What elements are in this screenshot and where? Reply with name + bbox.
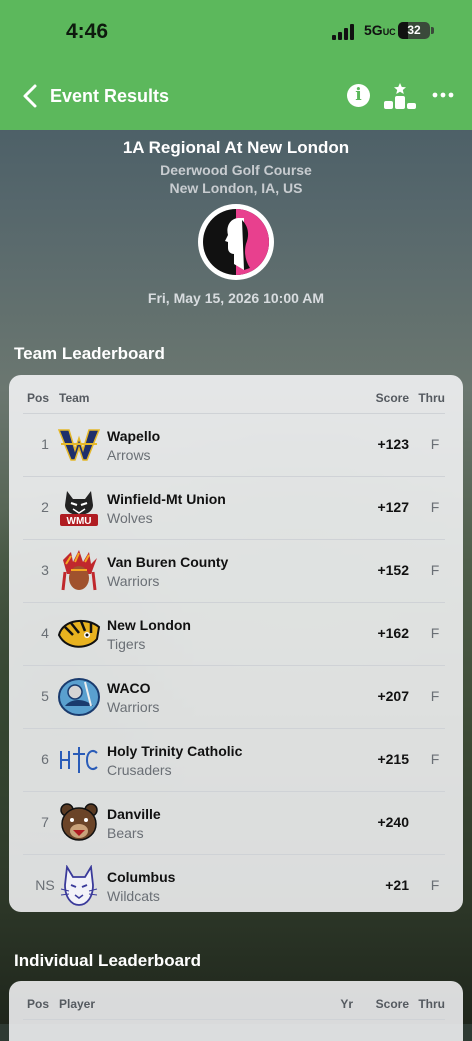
team-mascot: Warriors bbox=[107, 699, 160, 715]
team-name: New London bbox=[107, 617, 191, 633]
team-name: Van Buren County bbox=[107, 554, 229, 570]
team-mascot: Wolves bbox=[107, 510, 153, 526]
team-row[interactable]: 5 WACO Warriors +207 F bbox=[23, 666, 445, 729]
event-location: New London, IA, US bbox=[169, 180, 303, 196]
team-leaderboard-title: Team Leaderboard bbox=[14, 344, 165, 363]
individual-leaderboard-header: Pos Player Yr Score Thru bbox=[23, 981, 445, 1020]
wapello-logo-icon bbox=[57, 429, 101, 461]
event-title: 1A Regional At New London bbox=[122, 138, 350, 157]
team-mascot: Arrows bbox=[107, 447, 151, 463]
team-thru: F bbox=[430, 688, 440, 704]
signal-icon bbox=[332, 24, 358, 40]
event-logo bbox=[198, 204, 274, 280]
team-mascot: Warriors bbox=[107, 573, 160, 589]
team-row[interactable]: 6 Holy Trinity Catholic Crusaders +215 F bbox=[23, 729, 445, 792]
team-leaderboard-header: Pos Team Score Thru bbox=[23, 375, 445, 414]
team-thru: F bbox=[430, 436, 440, 452]
team-score: +207 bbox=[377, 688, 409, 704]
header-pos: Pos bbox=[27, 997, 50, 1011]
more-options-icon[interactable] bbox=[432, 84, 454, 106]
team-score: +123 bbox=[377, 436, 409, 452]
battery-icon: 32 bbox=[398, 22, 430, 39]
team-name: Winfield-Mt Union bbox=[107, 491, 226, 507]
header-pos: Pos bbox=[27, 391, 50, 405]
header-score: Score bbox=[375, 391, 409, 405]
team-row[interactable]: 2 WMU Winfield-Mt Union Wolves +127 F bbox=[23, 477, 445, 540]
network-indicator: 5GUC bbox=[364, 22, 396, 38]
team-score: +21 bbox=[385, 877, 409, 893]
team-row[interactable]: 1 Wapello Arrows +123 F bbox=[23, 414, 445, 477]
header-thru: Thru bbox=[418, 391, 445, 405]
status-bar: 4:46 5GUC 32 bbox=[0, 0, 472, 64]
team-mascot: Bears bbox=[107, 825, 144, 841]
team-name: Columbus bbox=[107, 869, 176, 885]
team-thru: F bbox=[430, 562, 440, 578]
network-suffix: UC bbox=[382, 27, 396, 37]
header-thru: Thru bbox=[418, 997, 445, 1011]
svg-text:WMU: WMU bbox=[67, 516, 92, 527]
team-score: +240 bbox=[377, 814, 409, 830]
header-player: Player bbox=[59, 997, 96, 1011]
tiger-logo-icon bbox=[57, 619, 101, 648]
team-row[interactable]: NS Columbus Wildcats +21 F bbox=[23, 855, 445, 912]
event-header: 1A Regional At New London Deerwood Golf … bbox=[0, 138, 472, 196]
back-chevron-icon[interactable] bbox=[18, 82, 44, 110]
battery-level: 32 bbox=[407, 23, 421, 37]
status-time: 4:46 bbox=[66, 20, 109, 43]
team-score: +162 bbox=[377, 625, 409, 641]
team-mascot: Wildcats bbox=[107, 888, 160, 904]
team-thru: F bbox=[430, 625, 440, 641]
team-leaderboard-card: Pos Team Score Thru 1 Wapello Arrows +12… bbox=[9, 375, 463, 912]
waco-warrior-logo-icon bbox=[58, 678, 100, 716]
team-score: +215 bbox=[377, 751, 409, 767]
team-thru: F bbox=[430, 877, 440, 893]
nav-bar: Event Results i bbox=[0, 64, 472, 130]
team-score: +127 bbox=[377, 499, 409, 515]
wildcat-logo-icon bbox=[60, 865, 98, 906]
header-score: Score bbox=[375, 997, 409, 1011]
team-name: Holy Trinity Catholic bbox=[107, 743, 243, 759]
event-course: Deerwood Golf Course bbox=[160, 162, 312, 178]
team-row[interactable]: 3 Van Buren County Warriors +152 F bbox=[23, 540, 445, 603]
team-mascot: Tigers bbox=[107, 636, 146, 652]
team-thru: F bbox=[430, 499, 440, 515]
individual-leaderboard-card: Pos Player Yr Score Thru bbox=[9, 981, 463, 1041]
nav-title[interactable]: Event Results bbox=[50, 86, 169, 107]
team-score: +152 bbox=[377, 562, 409, 578]
network-label: 5G bbox=[364, 22, 383, 38]
leaderboard-podium-icon[interactable] bbox=[384, 82, 416, 110]
header-team: Team bbox=[59, 391, 90, 405]
info-icon[interactable]: i bbox=[347, 84, 370, 107]
wmu-wolf-logo-icon: WMU bbox=[60, 491, 98, 527]
htc-cross-logo-icon bbox=[60, 747, 98, 773]
warrior-headdress-logo-icon bbox=[61, 550, 97, 591]
team-thru: F bbox=[430, 751, 440, 767]
team-name: WACO bbox=[107, 680, 151, 696]
event-date: Fri, May 15, 2026 10:00 AM bbox=[147, 290, 325, 306]
team-name: Danville bbox=[107, 806, 161, 822]
team-name: Wapello bbox=[107, 428, 161, 444]
team-mascot: Crusaders bbox=[107, 762, 172, 778]
team-row[interactable]: 4 New London Tigers +162 F bbox=[23, 603, 445, 666]
bear-logo-icon bbox=[60, 803, 98, 841]
team-row[interactable]: 7 Danville Bears +240 bbox=[23, 792, 445, 855]
individual-leaderboard-title: Individual Leaderboard bbox=[14, 951, 202, 970]
header-yr: Yr bbox=[340, 997, 353, 1011]
